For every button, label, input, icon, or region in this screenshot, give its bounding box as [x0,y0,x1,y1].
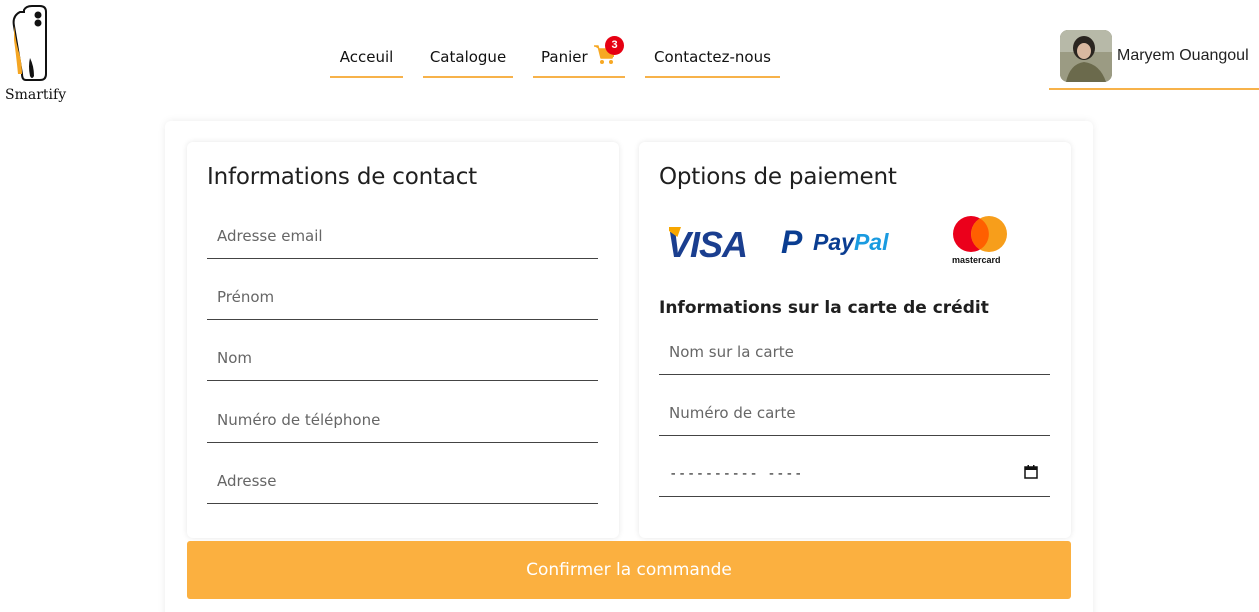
calendar-icon[interactable] [1024,465,1038,479]
contact-panel: Informations de contact [187,142,619,538]
lastname-field[interactable] [207,335,598,381]
card-section-title: Informations sur la carte de crédit [659,298,989,318]
mastercard-label: mastercard [952,255,1001,265]
nav-item-contact[interactable]: Contactez-nous [645,40,780,78]
phone-logo-icon [12,5,47,81]
expiry-date-value: ---------- ---- [669,466,803,482]
mastercard-circles-icon [953,216,1007,252]
expiry-date-field[interactable]: ---------- ---- [659,451,1050,497]
avatar [1060,30,1112,82]
card-number-field[interactable] [659,390,1050,436]
phone-field[interactable] [207,397,598,443]
user-name: Maryem Ouangoul [1117,47,1249,64]
paypal-pay: Pay [813,229,854,255]
firstname-field[interactable] [207,274,598,320]
nav-item-accueil[interactable]: Acceuil [330,40,403,78]
paypal-pal: Pal [853,229,889,255]
payment-title: Options de paiement [659,164,897,190]
payment-methods: VISA P PayPal mastercard [667,214,1027,270]
nav-item-panier-label: Panier [541,48,588,66]
paypal-p-icon: P [781,224,803,260]
cart-count-badge: 3 [605,36,624,55]
card-name-field[interactable] [659,329,1050,375]
user-menu[interactable]: Maryem Ouangoul [1049,28,1259,90]
confirm-order-button[interactable]: Confirmer la commande [187,541,1071,599]
brand-name: Smartify [5,87,67,103]
address-field[interactable] [207,458,598,504]
contact-title: Informations de contact [207,164,477,190]
nav-item-catalogue[interactable]: Catalogue [423,40,513,78]
brand-logo[interactable]: Smartify [2,4,66,104]
payment-panel: Options de paiement VISA P PayPal master… [639,142,1071,538]
email-field[interactable] [207,213,598,259]
mastercard-logo[interactable]: mastercard [949,216,1011,266]
paypal-wordmark: PayPal [813,229,888,256]
nav-item-panier[interactable]: Panier 3 [533,36,625,78]
